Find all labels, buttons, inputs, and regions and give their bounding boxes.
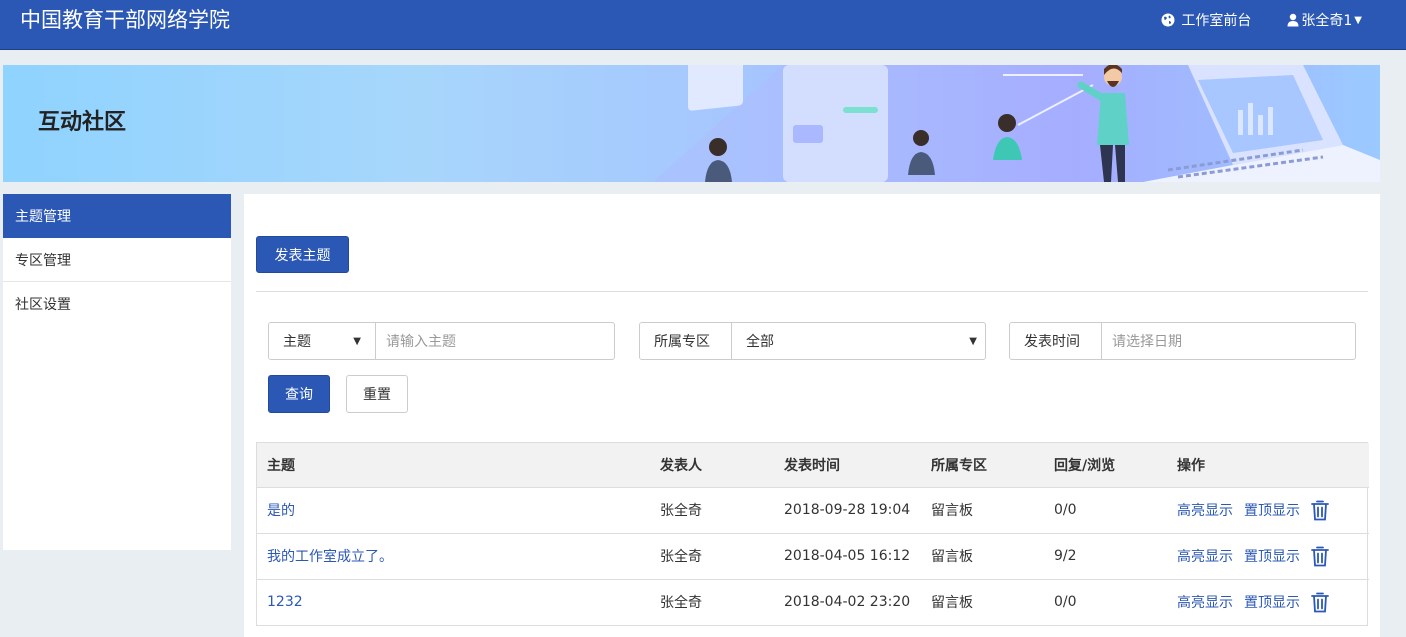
reset-button[interactable]: 重置 <box>346 375 408 413</box>
zone-cell: 留言板 <box>921 533 1044 580</box>
topics-table: 主题 发表人 发表时间 所属专区 回复/浏览 操作 是的 张全奇 2018-09… <box>256 442 1369 626</box>
dropdown-arrow-icon: ▼ <box>353 335 361 347</box>
trash-icon[interactable] <box>1311 546 1329 567</box>
column-header-topic: 主题 <box>257 443 650 488</box>
author-cell: 张全奇 <box>650 487 774 534</box>
time-label-text: 发表时间 <box>1024 334 1080 350</box>
highlight-link[interactable]: 高亮显示 <box>1177 592 1233 612</box>
community-banner: 互动社区 <box>3 65 1380 182</box>
author-cell: 张全奇 <box>660 595 702 612</box>
globe-icon <box>1161 13 1175 27</box>
date-picker-input[interactable]: 请选择日期 <box>1102 323 1355 359</box>
topic-link[interactable]: 我的工作室成立了。 <box>267 549 393 565</box>
author-cell: 张全奇 <box>650 533 774 580</box>
zone-filter-label: 所属专区 <box>640 323 732 359</box>
sidebar-item-label: 专区管理 <box>15 252 71 269</box>
topic-type-value: 主题 <box>283 334 311 350</box>
dropdown-arrow-icon: ▼ <box>969 335 977 347</box>
table-row: 1232 张全奇 2018-04-02 23:20 留言板 0/0 高亮显示 置… <box>257 579 1369 625</box>
banner-title: 互动社区 <box>38 110 127 135</box>
date-placeholder: 请选择日期 <box>1112 334 1182 350</box>
main-panel: 发表主题 主题 ▼ 请输入主题 所属专区 全部 ▼ 发表时间 请选择日期 查询 … <box>244 194 1380 637</box>
zone-select[interactable]: 全部 ▼ <box>732 323 985 359</box>
topic-link[interactable]: 是的 <box>267 503 295 519</box>
sidebar-item-community-settings[interactable]: 社区设置 <box>3 282 231 326</box>
topic-search-input[interactable]: 请输入主题 <box>376 323 614 359</box>
top-nav-links: 工作室前台 张全奇1 ▼ <box>1161 10 1362 30</box>
trash-icon[interactable] <box>1311 500 1329 521</box>
trash-icon[interactable] <box>1311 592 1329 613</box>
date-filter-label: 发表时间 <box>1010 323 1102 359</box>
pin-link[interactable]: 置顶显示 <box>1244 592 1300 612</box>
post-topic-button[interactable]: 发表主题 <box>256 236 349 273</box>
query-button[interactable]: 查询 <box>268 375 330 413</box>
studio-front-label: 工作室前台 <box>1181 13 1252 29</box>
table-row: 是的 张全奇 2018-09-28 19:04 留言板 0/0 高亮显示 置顶显… <box>257 487 1369 534</box>
banner-illustration <box>653 65 1380 182</box>
stats-cell: 0/0 <box>1044 487 1167 534</box>
topic-filter: 主题 ▼ 请输入主题 <box>268 322 615 360</box>
column-header-zone: 所属专区 <box>921 443 1044 488</box>
time-cell: 2018-04-05 16:12 <box>774 533 921 580</box>
pin-link[interactable]: 置顶显示 <box>1244 500 1300 520</box>
topic-link[interactable]: 1232 <box>267 594 303 610</box>
zone-label-text: 所属专区 <box>654 334 710 350</box>
divider <box>256 291 1368 292</box>
studio-front-link[interactable]: 工作室前台 <box>1161 10 1251 30</box>
column-header-actions: 操作 <box>1167 443 1369 488</box>
column-header-author: 发表人 <box>650 443 774 488</box>
sidebar-item-label: 主题管理 <box>15 208 71 225</box>
user-menu[interactable]: 张全奇1 ▼ <box>1287 10 1362 30</box>
row-actions: 高亮显示 置顶显示 <box>1177 592 1369 613</box>
table-header-row: 主题 发表人 发表时间 所属专区 回复/浏览 操作 <box>257 443 1369 488</box>
time-cell: 2018-04-02 23:20 <box>784 594 911 611</box>
row-actions: 高亮显示 置顶显示 <box>1177 500 1369 521</box>
top-navbar: 中国教育干部网络学院 工作室前台 张全奇1 ▼ <box>0 0 1406 50</box>
zone-select-value: 全部 <box>746 334 774 350</box>
user-icon <box>1287 13 1299 27</box>
topic-type-select[interactable]: 主题 ▼ <box>269 323 376 359</box>
sidebar-item-topic-management[interactable]: 主题管理 <box>3 194 231 238</box>
row-actions: 高亮显示 置顶显示 <box>1177 546 1369 567</box>
column-header-time: 发表时间 <box>774 443 921 488</box>
topic-placeholder: 请输入主题 <box>386 334 456 350</box>
stats-cell: 0/0 <box>1054 594 1077 611</box>
sidebar: 主题管理 专区管理 社区设置 <box>3 194 231 550</box>
column-header-stats: 回复/浏览 <box>1044 443 1167 488</box>
zone-cell: 留言板 <box>921 487 1044 534</box>
table-row: 我的工作室成立了。 张全奇 2018-04-05 16:12 留言板 9/2 高… <box>257 533 1369 580</box>
highlight-link[interactable]: 高亮显示 <box>1177 546 1233 566</box>
date-filter: 发表时间 请选择日期 <box>1009 322 1356 360</box>
site-title[interactable]: 中国教育干部网络学院 <box>20 8 230 32</box>
stats-cell: 9/2 <box>1044 533 1167 580</box>
zone-cell: 留言板 <box>931 595 973 612</box>
time-cell: 2018-09-28 19:04 <box>774 487 921 534</box>
sidebar-item-label: 社区设置 <box>15 297 71 313</box>
highlight-link[interactable]: 高亮显示 <box>1177 500 1233 520</box>
zone-filter: 所属专区 全部 ▼ <box>639 322 986 360</box>
caret-down-icon: ▼ <box>1354 14 1362 26</box>
user-name: 张全奇1 <box>1301 13 1353 29</box>
pin-link[interactable]: 置顶显示 <box>1244 546 1300 566</box>
sidebar-item-zone-management[interactable]: 专区管理 <box>3 238 231 282</box>
